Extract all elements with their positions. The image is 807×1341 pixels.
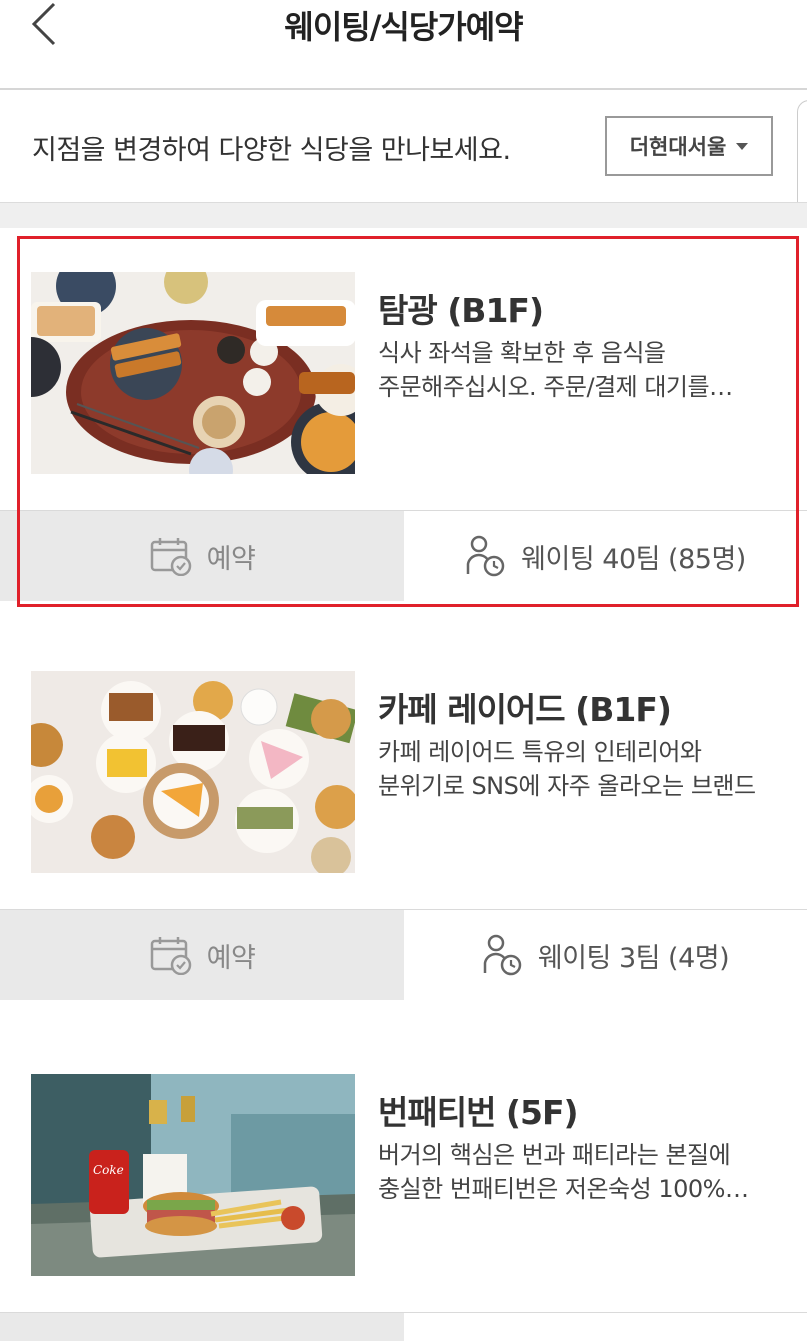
reserve-label: 예약 [206, 543, 256, 575]
waiting-button[interactable]: 웨이팅 3팀 (4명) [404, 910, 807, 1000]
branch-prompt: 지점을 변경하여 다양한 식당을 만나보세요. [32, 135, 511, 166]
restaurant-photo [31, 671, 355, 873]
restaurant-description: 버거의 핵심은 번과 패티라는 본질에 충실한 번패티번은 저온숙성 100%… [378, 1138, 807, 1206]
restaurant-name[interactable]: 번패티번 (5F) [378, 1086, 579, 1134]
waiting-label: 웨이팅 40팀 (85명) [521, 543, 746, 575]
calendar-check-icon [150, 937, 191, 975]
restaurant-card[interactable]: 탐광 (B1F) 식사 좌석을 확보한 후 음식을 주문해주십시오. 주문/결제… [0, 228, 807, 628]
description-line: 버거의 핵심은 번과 패티라는 본질에 [378, 1141, 731, 1169]
restaurant-description: 식사 좌석을 확보한 후 음식을 주문해주십시오. 주문/결제 대기를… [378, 336, 807, 404]
waiting-button[interactable]: 웨이팅 40팀 (85명) [404, 511, 807, 601]
description-line: 충실한 번패티번은 저온숙성 100%… [378, 1175, 749, 1203]
reserve-button[interactable]: 예약 [0, 511, 404, 601]
calendar-check-icon [150, 538, 191, 576]
branch-dropdown[interactable]: 더현대서울 [605, 116, 773, 176]
restaurant-photo: Coke [31, 1074, 355, 1276]
description-line: 식사 좌석을 확보한 후 음식을 [378, 339, 666, 367]
restaurant-name[interactable]: 탐광 (B1F) [378, 284, 544, 332]
description-line: 주문해주십시오. 주문/결제 대기를… [378, 373, 733, 401]
description-line: 카페 레이어드 특유의 인테리어와 [378, 738, 702, 766]
restaurant-description: 카페 레이어드 특유의 인테리어와 분위기로 SNS에 자주 올라오는 브랜드 [378, 735, 807, 803]
restaurant-card[interactable]: 카페 레이어드 (B1F) 카페 레이어드 특유의 인테리어와 분위기로 SNS… [0, 627, 807, 1027]
caret-down-icon [736, 142, 749, 150]
waiting-label: 웨이팅 3팀 (4명) [537, 942, 730, 974]
restaurant-photo [31, 272, 355, 474]
restaurant-name[interactable]: 카페 레이어드 (B1F) [378, 683, 672, 731]
action-bar: 예약 웨이팅 3팀 (4명) [0, 909, 807, 1000]
person-clock-icon [483, 934, 522, 976]
svg-text:Coke: Coke [93, 1163, 124, 1177]
branch-selected-value: 더현대서울 [629, 135, 727, 159]
action-bar [0, 1312, 807, 1341]
page-title: 웨이팅/식당가예약 [284, 8, 523, 46]
section-divider [0, 202, 807, 228]
reserve-button[interactable] [0, 1313, 404, 1341]
person-clock-icon [466, 535, 505, 577]
restaurant-card[interactable]: Coke 번패티번 (5F) 버거의 핵심은 번과 패티라는 본질에 충실한 번… [0, 1026, 807, 1341]
app-header: 웨이팅/식당가예약 [0, 0, 807, 90]
waiting-button[interactable] [404, 1313, 807, 1341]
reserve-button[interactable]: 예약 [0, 910, 404, 1000]
action-bar: 예약 웨이팅 40팀 (85명) [0, 510, 807, 601]
reserve-label: 예약 [206, 942, 256, 974]
description-line: 분위기로 SNS에 자주 올라오는 브랜드 [378, 772, 756, 800]
